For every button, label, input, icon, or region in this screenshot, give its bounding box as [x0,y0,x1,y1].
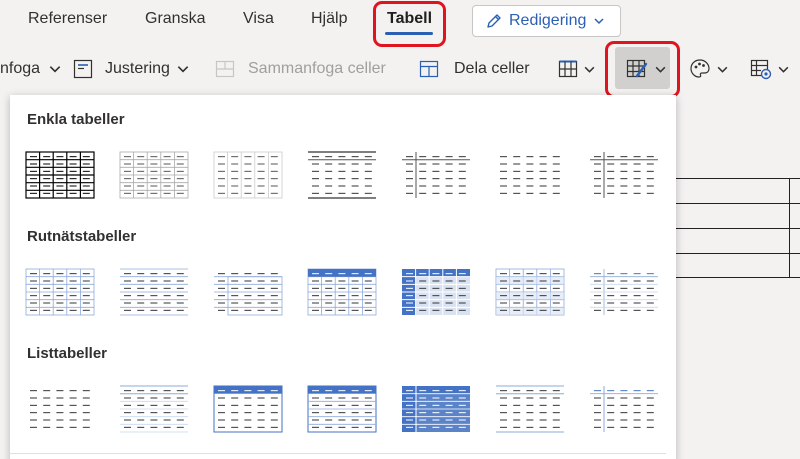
table-style-thumbnail [590,386,658,432]
split-cells-button[interactable]: Dela celler [418,48,530,90]
section-title-grid: Rutnätstabeller [27,228,137,245]
table-style-simple-3[interactable] [212,150,284,200]
table-style-thumbnail [30,390,90,428]
alignment-icon [73,59,93,79]
table-style-grid-5[interactable] [400,267,472,317]
table-style-thumbnail [402,152,470,198]
table-style-thumbnail [590,152,658,198]
table-style-thumbnail [496,385,564,433]
section-title-simple: Enkla tabeller [27,111,125,128]
table-style-simple-7[interactable] [588,150,660,200]
table-style-grid-3[interactable] [212,267,284,317]
table-style-thumbnail [25,151,95,199]
table-style-thumbnail [307,385,377,433]
table-style-thumbnail [500,156,560,194]
table-style-grid-2[interactable] [118,267,190,317]
chevron-down-icon [584,66,595,73]
table-style-grid-7[interactable] [588,267,660,317]
table-style-thumbnail [214,273,283,316]
document-table-line [676,277,800,278]
merge-partial-label: nfoga [0,60,41,77]
table-style-list-4[interactable] [306,384,378,434]
editing-mode-label: Redigering [509,12,587,29]
chevron-down-icon [778,66,789,73]
table-style-thumbnail [213,151,283,199]
merge-dropdown-partial[interactable]: nfoga [0,48,62,90]
editing-mode-button[interactable]: Redigering [472,5,621,37]
tab-highlight-annotation [373,1,446,47]
tab-granska[interactable]: Granska [145,10,205,28]
document-table-line [676,253,800,254]
table-style-simple-6[interactable] [494,150,566,200]
table-settings-dropdown[interactable] [749,48,790,90]
table-style-list-5[interactable] [400,384,472,434]
alignment-label: Justering [105,60,170,77]
table-style-thumbnail [25,268,95,316]
tab-referenser[interactable]: Referenser [28,10,107,28]
palette-icon [690,59,710,78]
split-cells-label: Dela celler [454,60,530,77]
table-style-thumbnail [402,386,470,432]
chevron-down-icon [177,66,189,73]
document-table-line [676,228,800,229]
table-grid-dropdown[interactable] [557,48,596,90]
chevron-down-icon [717,66,728,73]
table-style-grid-6[interactable] [494,267,566,317]
ribbon-command-row: nfoga Justering Sammanfoga celler Dela c [0,48,800,90]
split-cells-icon [419,60,439,78]
table-style-thumbnail [120,385,188,433]
table-style-list-7[interactable] [588,384,660,434]
document-table-line [676,203,800,204]
table-style-list-2[interactable] [118,384,190,434]
table-style-thumbnail [213,385,283,433]
tab-hjalp[interactable]: Hjälp [311,10,347,28]
alignment-button[interactable]: Justering [72,48,190,90]
shading-dropdown[interactable] [688,48,729,90]
pen-icon [487,14,501,28]
tab-visa[interactable]: Visa [243,10,274,28]
document-table-edge [789,178,790,278]
chevron-down-icon [594,18,604,25]
merge-cells-button[interactable]: Sammanfoga celler [214,48,386,90]
table-style-list-6[interactable] [494,384,566,434]
table-style-list-1[interactable] [24,384,96,434]
table-style-simple-5[interactable] [400,150,472,200]
table-settings-icon [750,59,772,80]
table-style-thumbnail [590,269,658,315]
table-style-list-3[interactable] [212,384,284,434]
table-style-grid-1[interactable] [24,267,96,317]
table-style-thumbnail [307,268,377,316]
button-highlight-annotation [605,41,680,98]
table-style-thumbnail [495,268,565,316]
table-grid-icon [558,60,578,78]
table-style-simple-4[interactable] [306,150,378,200]
table-style-simple-1[interactable] [24,150,96,200]
table-style-grid-4[interactable] [306,267,378,317]
table-style-thumbnail [308,151,376,199]
merge-cells-label: Sammanfoga celler [248,60,386,77]
document-table-line [676,178,800,179]
section-title-list: Listtabeller [27,345,108,362]
gallery-divider [10,453,666,454]
chevron-down-icon [49,66,61,73]
table-style-thumbnail [119,151,189,199]
table-style-thumbnail [120,268,188,316]
table-style-thumbnail [402,269,470,315]
merge-cells-icon [215,60,235,78]
table-style-simple-2[interactable] [118,150,190,200]
